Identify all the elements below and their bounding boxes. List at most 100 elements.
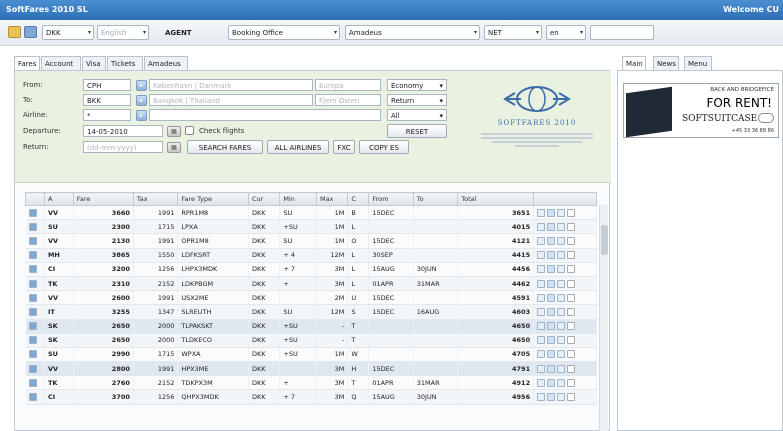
- tab-visa[interactable]: Visa: [82, 56, 106, 70]
- pcc-select[interactable]: DKK ▾: [42, 25, 94, 40]
- gds-select[interactable]: Amadeus ▾: [345, 25, 480, 40]
- info-icon[interactable]: [28, 222, 37, 231]
- plane-icon[interactable]: [547, 378, 556, 387]
- toolbar-blank-field[interactable]: [590, 25, 654, 40]
- calendar-icon[interactable]: [537, 350, 546, 359]
- select-checkbox[interactable]: [567, 307, 576, 316]
- rules-icon[interactable]: [557, 293, 566, 302]
- select-checkbox[interactable]: [567, 222, 576, 231]
- lookup-icon[interactable]: ▸: [136, 80, 147, 91]
- calendar-icon[interactable]: [537, 336, 546, 345]
- table-scrollbar[interactable]: [599, 205, 608, 431]
- table-row[interactable]: VV 2600 1991 USX2ME DKK 2M U 15DEC 4591: [25, 290, 597, 306]
- rules-icon[interactable]: [557, 265, 566, 274]
- column-header[interactable]: Fare Type: [177, 192, 249, 206]
- calendar-icon[interactable]: [537, 236, 546, 245]
- column-header[interactable]: Max: [315, 192, 349, 206]
- rules-icon[interactable]: [557, 393, 566, 402]
- rules-icon[interactable]: [557, 364, 566, 373]
- info-icon[interactable]: [28, 393, 37, 402]
- calendar-icon[interactable]: [537, 279, 546, 288]
- table-row[interactable]: CI 3200 1256 LHPX3MDK DKK + 7 3M L 15AUG 30JUN 445…: [25, 262, 597, 277]
- column-header[interactable]: Min: [279, 192, 317, 206]
- column-header[interactable]: Tax: [132, 192, 179, 206]
- table-row[interactable]: VV 2800 1991 HPX3ME DKK 3M H 15DEC 4791: [25, 361, 597, 377]
- trip-select[interactable]: Return ▾: [387, 94, 447, 106]
- info-icon[interactable]: [28, 265, 37, 274]
- info-icon[interactable]: [28, 293, 37, 302]
- departure-input[interactable]: 14-05-2010: [83, 125, 163, 137]
- rules-icon[interactable]: [557, 378, 566, 387]
- table-row[interactable]: IT 3255 1347 SLREUTH DKK SU 12M S 15DEC 16AUG 4603: [25, 304, 597, 320]
- tab-menu[interactable]: Menu: [684, 56, 712, 70]
- calendar-icon[interactable]: [537, 322, 546, 331]
- advert-banner[interactable]: BACK AND BRIDGEFICE FOR RENT! SOFTSUITCA…: [623, 83, 779, 138]
- window-icon[interactable]: [24, 26, 37, 38]
- scroll-thumb[interactable]: [601, 225, 608, 255]
- calendar-icon[interactable]: [537, 393, 546, 402]
- column-header[interactable]: Cur: [247, 192, 281, 206]
- plane-icon[interactable]: [547, 293, 556, 302]
- to-code-input[interactable]: BKK: [83, 94, 131, 106]
- select-checkbox[interactable]: [567, 322, 576, 331]
- table-row[interactable]: SK 2650 2000 TLDKECO DKK +SU - T 4650: [25, 333, 597, 348]
- tab-tickets[interactable]: Tickets: [107, 56, 143, 70]
- all-select[interactable]: All ▾: [387, 109, 447, 121]
- plane-icon[interactable]: [547, 393, 556, 402]
- lookup-icon[interactable]: ▸: [136, 110, 147, 121]
- calendar-icon[interactable]: [537, 307, 546, 316]
- table-row[interactable]: SU 2990 1715 WPXA DKK +SU 1M W 4705: [25, 347, 597, 363]
- plane-icon[interactable]: [547, 251, 556, 260]
- rules-icon[interactable]: [557, 236, 566, 245]
- plane-icon[interactable]: [547, 265, 556, 274]
- table-row[interactable]: VV 2130 1991 OPR1M8 DKK SU 1M O 15DEC 4121: [25, 233, 597, 249]
- reset-button[interactable]: RESET: [387, 124, 447, 138]
- select-checkbox[interactable]: [567, 293, 576, 302]
- fxc-button[interactable]: FXC: [333, 140, 355, 154]
- calendar-icon[interactable]: [537, 251, 546, 260]
- calendar-icon[interactable]: ▦: [167, 142, 181, 153]
- column-header[interactable]: Total: [457, 192, 535, 206]
- table-row[interactable]: TK 2760 2152 TDKPX3M DKK +3M T 01APR 31MAR 4912: [25, 375, 597, 391]
- search-fares-button[interactable]: SEARCH FARES: [187, 140, 263, 154]
- from-code-input[interactable]: CPH: [83, 79, 131, 91]
- info-icon[interactable]: [28, 322, 37, 331]
- folder-icon[interactable]: [8, 26, 21, 38]
- select-checkbox[interactable]: [567, 236, 576, 245]
- class-select[interactable]: Economy ▾: [387, 79, 447, 91]
- lang-code-select[interactable]: en ▾: [546, 25, 586, 40]
- select-checkbox[interactable]: [567, 336, 576, 345]
- table-row[interactable]: SU 2300 1715 LPXA DKK +SU 1M L 4015: [25, 219, 597, 235]
- table-row[interactable]: SK 2650 2000 TLPAKSKT DKK +SU - T 4650: [25, 319, 597, 334]
- tab-main[interactable]: Main: [622, 56, 646, 71]
- plane-icon[interactable]: [547, 350, 556, 359]
- info-icon[interactable]: [28, 378, 37, 387]
- table-row[interactable]: MH 3865 1550 LDFKSRT DKK + 4 12M L 30SEP 4415: [25, 248, 597, 263]
- plane-icon[interactable]: [547, 222, 556, 231]
- info-icon[interactable]: [28, 251, 37, 260]
- info-icon[interactable]: [28, 236, 37, 245]
- rules-icon[interactable]: [557, 251, 566, 260]
- column-header[interactable]: Fare: [72, 192, 134, 206]
- info-icon[interactable]: [28, 208, 37, 217]
- calendar-icon[interactable]: [537, 364, 546, 373]
- tab-account[interactable]: Account: [41, 56, 81, 70]
- plane-icon[interactable]: [547, 307, 556, 316]
- info-icon[interactable]: [28, 336, 37, 345]
- calendar-icon[interactable]: [537, 265, 546, 274]
- info-icon[interactable]: [28, 307, 37, 316]
- calendar-icon[interactable]: [537, 378, 546, 387]
- info-icon[interactable]: [28, 279, 37, 288]
- copy-es-button[interactable]: COPY ES: [359, 140, 409, 154]
- calendar-icon[interactable]: [537, 208, 546, 217]
- airline-input[interactable]: *: [83, 109, 131, 121]
- all-airlines-button[interactable]: ALL AIRLINES: [267, 140, 329, 154]
- select-checkbox[interactable]: [567, 279, 576, 288]
- plane-icon[interactable]: [547, 236, 556, 245]
- select-checkbox[interactable]: [567, 393, 576, 402]
- info-icon[interactable]: [28, 364, 37, 373]
- select-checkbox[interactable]: [567, 208, 576, 217]
- office-select[interactable]: Booking Office ▾: [228, 25, 340, 40]
- calendar-icon[interactable]: [537, 222, 546, 231]
- rules-icon[interactable]: [557, 307, 566, 316]
